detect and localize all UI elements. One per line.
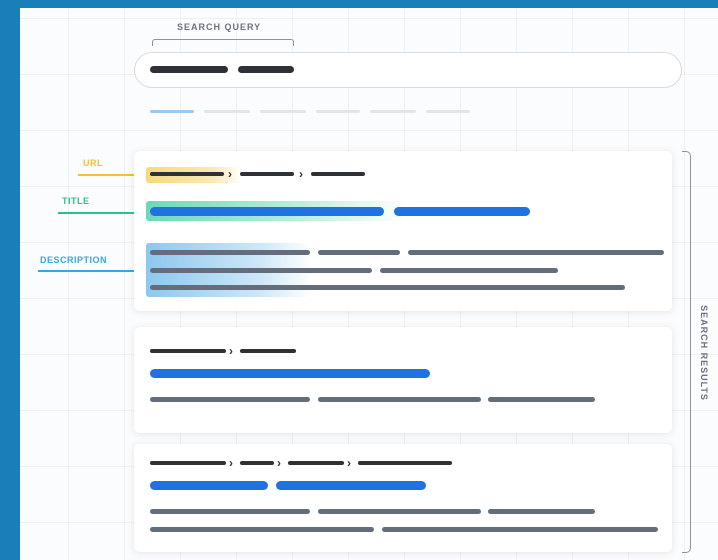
breadcrumb-chevron-icon: › bbox=[228, 167, 232, 181]
result-description-line bbox=[150, 285, 625, 290]
result-title-segment[interactable] bbox=[150, 369, 430, 378]
search-results-bracket bbox=[682, 151, 691, 553]
result-description-line bbox=[150, 268, 372, 273]
result-description-line bbox=[318, 397, 481, 402]
title-leader-line bbox=[58, 212, 146, 214]
result-description-line bbox=[150, 397, 310, 402]
result-description-line bbox=[150, 527, 374, 532]
title-annotation-label: TITLE bbox=[62, 196, 90, 206]
breadcrumb-chevron-icon: › bbox=[277, 456, 281, 470]
result-url-segment bbox=[240, 349, 296, 353]
breadcrumb-chevron-icon: › bbox=[229, 456, 233, 470]
query-text-placeholder bbox=[150, 66, 228, 73]
result-url-segment bbox=[240, 461, 274, 465]
description-leader-line bbox=[38, 270, 146, 272]
result-description-line bbox=[318, 250, 400, 255]
result-url-segment bbox=[150, 172, 224, 176]
tab[interactable] bbox=[370, 110, 416, 113]
result-title-segment[interactable] bbox=[150, 481, 268, 490]
result-title-segment[interactable] bbox=[276, 481, 426, 490]
result-url-segment bbox=[358, 461, 452, 465]
description-annotation-label: DESCRIPTION bbox=[40, 255, 108, 265]
search-query-bracket bbox=[152, 39, 294, 46]
breadcrumb-chevron-icon: › bbox=[299, 167, 303, 181]
search-result-card[interactable] bbox=[134, 327, 672, 433]
result-url-segment bbox=[288, 461, 344, 465]
tab[interactable] bbox=[426, 110, 470, 113]
tab[interactable] bbox=[316, 110, 360, 113]
breadcrumb-chevron-icon: › bbox=[347, 456, 351, 470]
result-description-line bbox=[318, 509, 481, 514]
search-results-label: SEARCH RESULTS bbox=[699, 305, 709, 401]
result-title-segment[interactable] bbox=[394, 207, 530, 216]
search-query-label: SEARCH QUERY bbox=[177, 22, 262, 32]
tab[interactable] bbox=[204, 110, 250, 113]
result-description-line bbox=[488, 397, 595, 402]
tab[interactable] bbox=[260, 110, 306, 113]
result-description-line bbox=[488, 509, 595, 514]
result-url-segment bbox=[150, 349, 226, 353]
result-url-segment bbox=[311, 172, 365, 176]
breadcrumb-chevron-icon: › bbox=[229, 344, 233, 358]
query-text-placeholder bbox=[238, 66, 294, 73]
result-description-line bbox=[150, 509, 310, 514]
result-url-segment bbox=[150, 461, 226, 465]
url-annotation-label: URL bbox=[83, 158, 103, 168]
result-title-segment[interactable] bbox=[150, 207, 384, 216]
result-url-segment bbox=[240, 172, 294, 176]
diagram-canvas: SEARCH QUERY SEARCH RESULTS URL TITLE DE… bbox=[20, 8, 718, 560]
result-description-line bbox=[382, 527, 658, 532]
result-description-line bbox=[408, 250, 664, 255]
tab-active[interactable] bbox=[150, 110, 194, 113]
result-description-line bbox=[380, 268, 558, 273]
result-description-line bbox=[150, 250, 310, 255]
